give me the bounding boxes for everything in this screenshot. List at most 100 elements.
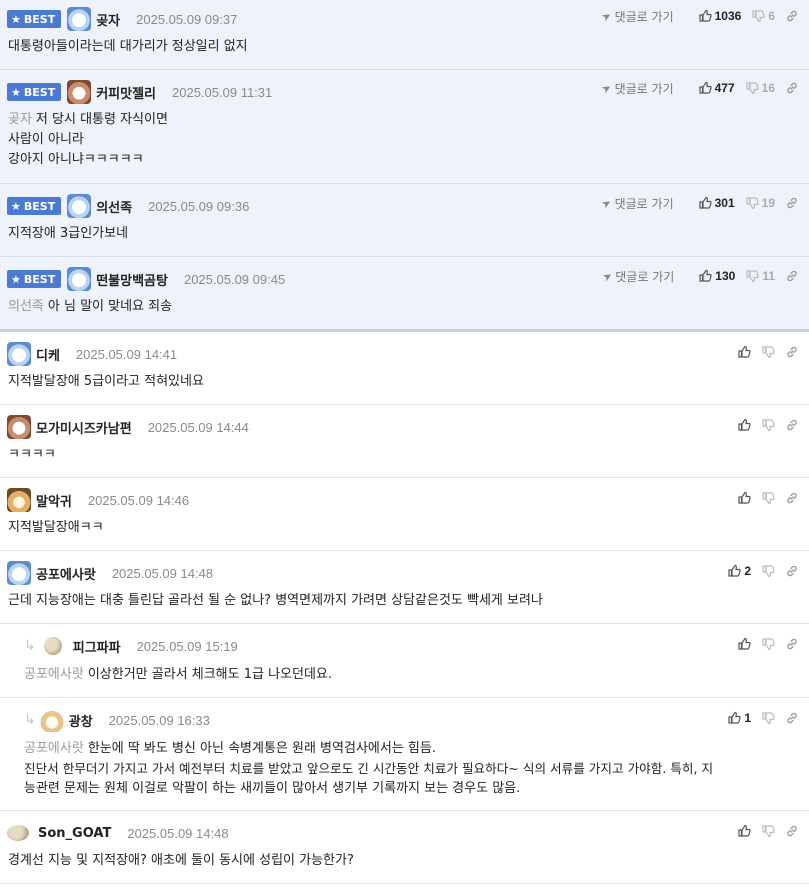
avatar[interactable]	[43, 637, 62, 655]
avatar[interactable]	[7, 825, 29, 841]
nickname[interactable]: 말악귀	[36, 491, 72, 510]
downvote-button[interactable]	[761, 418, 775, 432]
nickname[interactable]: 모가미시즈카남편	[36, 418, 132, 437]
link-icon	[785, 9, 799, 23]
downvote-button[interactable]	[761, 345, 775, 359]
nickname[interactable]: Son_GOAT	[38, 826, 111, 841]
upvote-button[interactable]: 301	[698, 196, 735, 210]
comment-date: 2025.05.09 09:36	[148, 198, 250, 214]
share-link-button[interactable]	[785, 196, 799, 210]
goto-comment-link[interactable]: ➤ 댓글로 가기	[600, 80, 674, 97]
nickname[interactable]: 공포에사랏	[36, 564, 96, 583]
upvote-button[interactable]	[737, 491, 751, 505]
share-link-button[interactable]	[785, 418, 799, 432]
comment-body: 지적장애 3급인가보네	[8, 224, 128, 244]
best-badge: ★ BEST	[7, 270, 62, 288]
upvote-button[interactable]	[737, 418, 751, 432]
upvote-button[interactable]: 2	[727, 564, 751, 578]
avatar[interactable]	[67, 80, 92, 104]
upvote-button[interactable]	[737, 637, 751, 651]
mention[interactable]: 의선족	[8, 299, 44, 314]
send-arrow-icon: ➤	[599, 8, 615, 24]
downvote-button[interactable]	[761, 564, 775, 578]
downvote-button[interactable]: 19	[745, 196, 775, 210]
goto-label: 댓글로 가기	[614, 9, 674, 24]
share-link-button[interactable]	[785, 345, 799, 359]
goto-comment-link[interactable]: ➤ 댓글로 가기	[599, 8, 674, 25]
downvote-button[interactable]	[761, 491, 775, 505]
upvote-button[interactable]: 130	[698, 269, 735, 283]
share-link-button[interactable]	[785, 637, 799, 651]
best-label: BEST	[23, 272, 56, 286]
share-link-button[interactable]	[785, 491, 799, 505]
downvote-button[interactable]: 11	[745, 269, 775, 283]
avatar[interactable]	[7, 342, 31, 366]
thumbs-up-icon	[698, 196, 712, 210]
share-link-button[interactable]	[785, 824, 799, 838]
avatar[interactable]	[67, 7, 92, 31]
comment-date: 2025.05.09 09:45	[183, 271, 286, 287]
thumbs-down-icon	[745, 81, 759, 95]
comment: Son_GOAT 2025.05.09 14:48 경계선 지능 및 지적장애?…	[0, 811, 809, 884]
downvote-button[interactable]	[761, 711, 775, 725]
comment-text: 진단서 한무더기 가지고 가서 예전부터 치료를 받았고 앞으로도 긴 시간동안…	[24, 761, 714, 776]
avatar[interactable]	[67, 194, 92, 218]
downvote-button[interactable]	[761, 637, 775, 651]
comment-text: ㅋㅋㅋㅋ	[8, 447, 56, 462]
mention[interactable]: 곶자	[8, 112, 32, 127]
share-link-button[interactable]	[785, 81, 799, 95]
share-link-button[interactable]	[785, 269, 799, 283]
thumbs-up-icon	[737, 637, 751, 651]
link-icon	[785, 196, 799, 210]
mention[interactable]: 공포에사랏	[24, 667, 84, 682]
best-badge: ★ BEST	[7, 197, 62, 215]
upvote-button[interactable]: 1036	[698, 9, 741, 23]
comment-body: 대통령아들이라는데 대가리가 정상일리 없지	[8, 37, 248, 57]
goto-label: 댓글로 가기	[615, 269, 675, 284]
avatar[interactable]	[7, 488, 31, 512]
upvote-button[interactable]	[737, 824, 751, 838]
star-icon: ★	[11, 199, 21, 213]
avatar[interactable]	[7, 415, 31, 439]
best-badge: ★ BEST	[7, 83, 62, 101]
share-link-button[interactable]	[785, 564, 799, 578]
upvote-button[interactable]: 477	[698, 81, 735, 95]
comment-text: 강아지 아니냐ㅋㅋㅋㅋㅋ	[8, 152, 144, 167]
link-icon	[785, 824, 799, 838]
nickname[interactable]: 의선족	[96, 197, 132, 216]
avatar[interactable]	[67, 267, 92, 291]
reply-arrow-icon: ↳	[24, 712, 36, 728]
share-link-button[interactable]	[785, 711, 799, 725]
nickname[interactable]: 디케	[36, 345, 60, 364]
comment-body: 곶자 저 당시 대통령 자식이면 사람이 아니라 강아지 아니냐ㅋㅋㅋㅋㅋ	[8, 110, 168, 170]
comment-body: 지적발달장애ㅋㅋ	[8, 518, 104, 538]
upvote-button[interactable]	[737, 345, 751, 359]
upvote-button[interactable]: 1	[727, 711, 751, 725]
downvote-button[interactable]: 16	[745, 81, 775, 95]
thumbs-down-icon	[761, 637, 775, 651]
comment-date: 2025.05.09 14:48	[127, 825, 229, 841]
share-link-button[interactable]	[785, 9, 799, 23]
goto-comment-link[interactable]: ➤ 댓글로 가기	[600, 268, 675, 285]
downvote-button[interactable]: 6	[751, 9, 775, 23]
comment-body: 의선족 아 님 말이 맞네요 죄송	[8, 297, 172, 317]
comment-date: 2025.05.09 15:19	[136, 638, 238, 654]
nickname[interactable]: 피그파파	[73, 637, 121, 656]
nickname[interactable]: 광창	[69, 711, 93, 730]
goto-comment-link[interactable]: ➤ 댓글로 가기	[600, 195, 674, 212]
thumbs-down-icon	[761, 564, 775, 578]
downvote-button[interactable]	[761, 824, 775, 838]
thumbs-down-icon	[761, 491, 775, 505]
comment-body: 공포에사랏 이상한거만 골라서 체크해도 1급 나오던데요.	[24, 665, 332, 685]
nickname[interactable]: 떤불망백곰탕	[96, 270, 168, 289]
comment-body: 공포에사랏 한눈에 딱 봐도 병신 아닌 속병계통은 원래 병역검사에서는 힘듬.…	[24, 739, 799, 799]
avatar[interactable]	[39, 708, 64, 732]
downvote-count: 19	[761, 196, 775, 210]
avatar[interactable]	[7, 561, 31, 585]
comment-text: 한눈에 딱 봐도 병신 아닌 속병계통은 원래 병역검사에서는 힘듬.	[87, 741, 436, 756]
thumbs-up-icon	[727, 711, 741, 725]
nickname[interactable]: 곶자	[96, 10, 120, 29]
link-icon	[785, 491, 799, 505]
nickname[interactable]: 커피맛젤리	[96, 83, 156, 102]
mention[interactable]: 공포에사랏	[24, 741, 84, 756]
